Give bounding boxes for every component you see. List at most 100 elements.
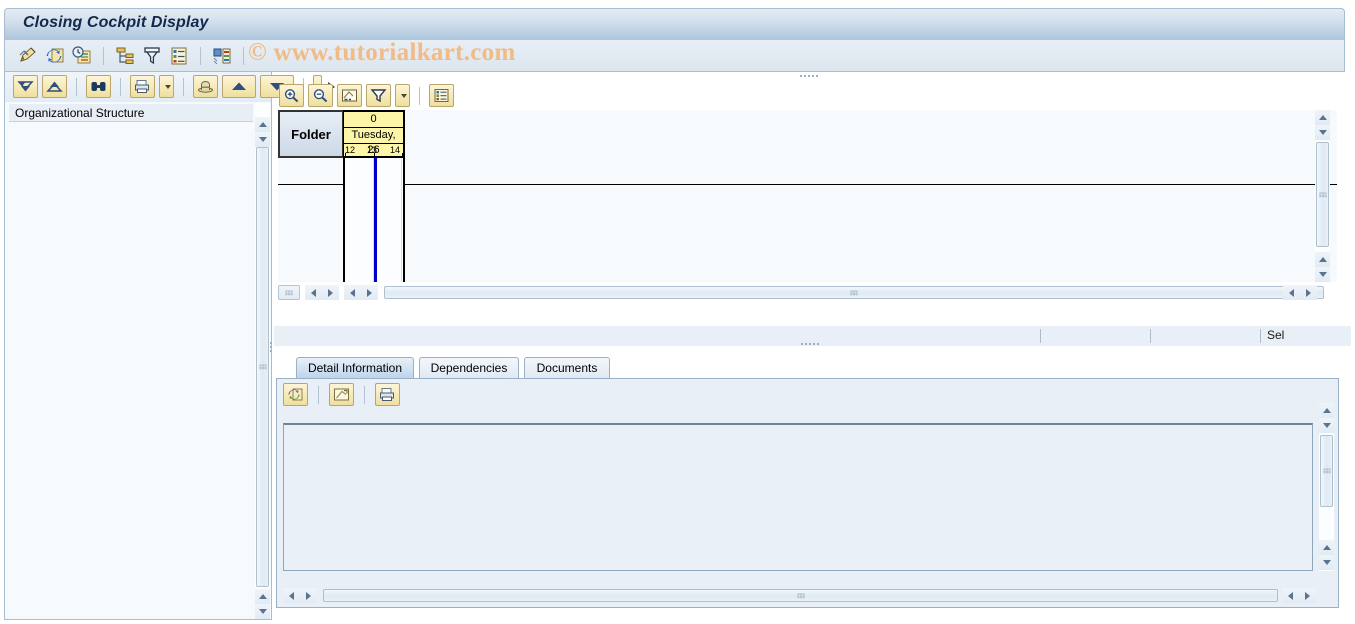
filter-chart-dropdown[interactable] xyxy=(395,84,410,107)
gantt-next-page-button[interactable] xyxy=(361,285,378,300)
arrow-down-icon-bottom xyxy=(258,609,267,614)
scroll-up-button-bottom[interactable] xyxy=(255,589,270,604)
hscroll-grip-icon xyxy=(850,290,858,295)
arrow-down-icon-gantt-2 xyxy=(1318,272,1327,277)
left-toolbar-separator xyxy=(76,77,77,96)
page-title: Closing Cockpit Display xyxy=(23,14,209,31)
gantt-pane-grip[interactable] xyxy=(278,285,300,300)
gantt-right-prev-button[interactable] xyxy=(1283,285,1300,300)
tab-dependencies[interactable]: Dependencies xyxy=(419,357,519,379)
detail-scroll-right-button-2[interactable] xyxy=(1299,588,1316,603)
folder-column-header: Folder xyxy=(278,110,343,158)
print-dropdown-button[interactable] xyxy=(159,75,174,98)
detail-scroll-left-button[interactable] xyxy=(283,588,300,603)
detail-information-textarea[interactable] xyxy=(283,423,1313,571)
gantt-row-divider xyxy=(278,184,1337,185)
status-selection-label: Sel xyxy=(1267,328,1285,342)
detail-scroll-thumb[interactable] xyxy=(1320,435,1333,507)
detail-scroll-up-button[interactable] xyxy=(1319,403,1334,418)
gantt-toolbar xyxy=(274,82,1351,110)
gantt-prev-button[interactable] xyxy=(305,285,322,300)
move-up-button[interactable] xyxy=(222,75,256,98)
gantt-right-next-button[interactable] xyxy=(1300,285,1317,300)
detail-information-panel xyxy=(276,378,1339,608)
tick-label-1: 13 xyxy=(367,145,378,155)
filter-funnel-icon[interactable] xyxy=(141,45,163,67)
filter-chart-button[interactable] xyxy=(366,84,391,107)
arrow-left-icon-detail xyxy=(289,591,294,600)
gantt-canvas[interactable] xyxy=(278,158,1337,282)
detail-thumb-grip-icon xyxy=(1323,468,1330,474)
detail-hscroll-thumb[interactable] xyxy=(323,589,1278,602)
edit-chart-button[interactable] xyxy=(337,84,362,107)
scroll-up-button[interactable] xyxy=(255,117,270,132)
gantt-horizontal-scroll-thumb[interactable] xyxy=(384,286,1324,299)
gantt-chart[interactable]: Folder 0 Tuesday, 26 12 13 14 xyxy=(278,110,1337,282)
toolbar-separator-2 xyxy=(200,47,201,65)
print-button[interactable] xyxy=(130,75,155,98)
detail-scroll-left-button-2[interactable] xyxy=(1282,588,1299,603)
left-panel-scrollbar[interactable] xyxy=(255,103,270,619)
tab-dependencies-label: Dependencies xyxy=(430,361,508,375)
gantt-navigation-bar xyxy=(278,285,1337,300)
organizational-structure-tree[interactable] xyxy=(9,122,253,612)
detail-scroll-down-button-bottom[interactable] xyxy=(1319,555,1334,570)
detail-list-icon[interactable] xyxy=(168,45,190,67)
gantt-scroll-thumb[interactable] xyxy=(1316,142,1329,247)
filter-hat-button[interactable] xyxy=(193,75,218,98)
arrow-right-icon-detail xyxy=(306,591,311,600)
hierarchy-icon[interactable] xyxy=(114,45,136,67)
refresh-detail-button[interactable] xyxy=(283,383,308,406)
gantt-toolbar-separator xyxy=(419,86,420,105)
gantt-area: Folder 0 Tuesday, 26 12 13 14 xyxy=(274,72,1351,352)
tab-detail-information-label: Detail Information xyxy=(307,361,403,375)
refresh-icon[interactable] xyxy=(44,45,66,67)
gantt-prev-page-button[interactable] xyxy=(344,285,361,300)
legend-button[interactable] xyxy=(429,84,454,107)
collapse-all-button[interactable] xyxy=(42,75,67,98)
chevron-down-icon-gantt xyxy=(401,93,407,98)
detail-panel-scrollbar[interactable] xyxy=(1319,403,1334,571)
gantt-scroll-up-button-bottom[interactable] xyxy=(1315,252,1330,267)
arrow-left-icon xyxy=(311,288,316,297)
arrow-up-icon-detail xyxy=(1322,408,1331,413)
horizontal-splitter-top[interactable] xyxy=(744,72,874,80)
expand-all-button[interactable] xyxy=(13,75,38,98)
detail-scroll-down-button[interactable] xyxy=(1319,418,1334,433)
zoom-in-button[interactable] xyxy=(279,84,304,107)
schedule-icon[interactable] xyxy=(71,45,93,67)
vertical-splitter-handle[interactable] xyxy=(266,340,276,354)
arrow-down-icon-detail-2 xyxy=(1322,560,1331,565)
tab-detail-information[interactable]: Detail Information xyxy=(296,357,414,379)
tab-documents-label: Documents xyxy=(536,361,598,375)
detail-scroll-right-button[interactable] xyxy=(300,588,317,603)
zoom-out-button[interactable] xyxy=(308,84,333,107)
application-window: Closing Cockpit Display © www.tutorialka… xyxy=(0,0,1355,624)
arrow-up-icon xyxy=(258,122,267,127)
arrow-up-icon-detail-2 xyxy=(1322,545,1331,550)
find-button[interactable] xyxy=(86,75,111,98)
scroll-down-button[interactable] xyxy=(255,132,270,147)
expand-detail-button[interactable] xyxy=(329,383,354,406)
main-toolbar xyxy=(4,40,1345,72)
print-detail-button[interactable] xyxy=(375,383,400,406)
toolbar-separator xyxy=(103,47,104,65)
layout-icon[interactable] xyxy=(211,45,233,67)
gantt-next-button[interactable] xyxy=(322,285,339,300)
horizontal-splitter-bottom[interactable] xyxy=(745,340,875,348)
gantt-vertical-scrollbar[interactable] xyxy=(1315,110,1330,282)
arrow-left-icon-detail-2 xyxy=(1288,591,1293,600)
gantt-scroll-down-button[interactable] xyxy=(1315,125,1330,140)
arrow-right-icon-2 xyxy=(367,288,372,297)
scroll-thumb[interactable] xyxy=(256,147,269,587)
gantt-scroll-down-button-bottom[interactable] xyxy=(1315,267,1330,282)
left-panel: Organizational Structure xyxy=(4,72,335,620)
detail-scroll-up-button-bottom[interactable] xyxy=(1319,540,1334,555)
display-change-icon[interactable] xyxy=(17,45,39,67)
gantt-scroll-up-button[interactable] xyxy=(1315,110,1330,125)
scroll-down-button-bottom[interactable] xyxy=(255,604,270,619)
arrow-right-icon-3 xyxy=(1306,288,1311,297)
gantt-header-row-hours: 12 13 14 xyxy=(344,144,403,158)
detail-panel-toolbar xyxy=(283,383,400,406)
tab-documents[interactable]: Documents xyxy=(524,357,610,379)
